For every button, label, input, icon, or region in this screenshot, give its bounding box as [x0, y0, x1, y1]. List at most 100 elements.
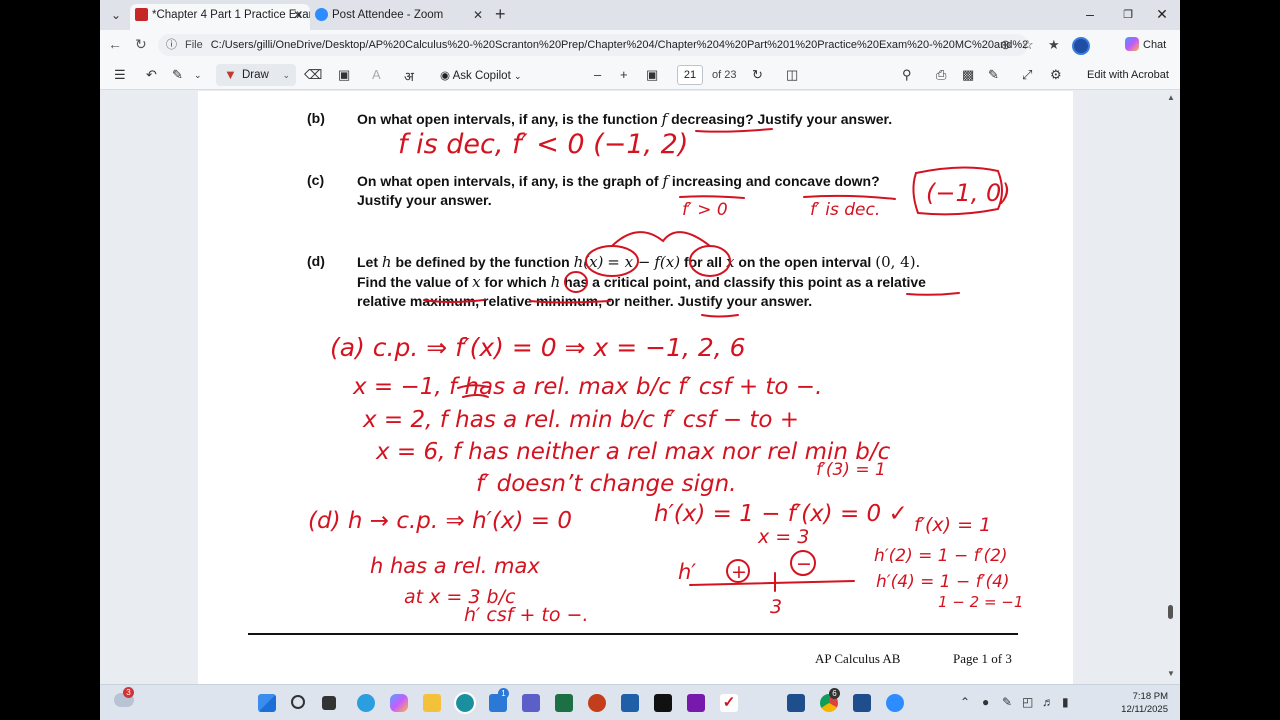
hp-app-icon[interactable] — [654, 694, 672, 712]
scroll-up-icon[interactable]: ▲ — [1167, 93, 1175, 102]
ask-copilot-label: Ask Copilot — [452, 70, 511, 82]
scroll-down-icon[interactable]: ▼ — [1167, 669, 1175, 678]
edge-dev-icon[interactable] — [357, 694, 375, 712]
close-window-button[interactable]: ✕ — [1152, 6, 1172, 23]
ink-a-line3: x = 2, f has a rel. min b/c f′ csf − to … — [362, 407, 799, 433]
chrome-icon[interactable]: 6 — [820, 688, 840, 712]
save-as-icon[interactable]: ✎ — [988, 67, 999, 83]
terminal-2-icon[interactable] — [853, 694, 871, 712]
chevron-down-icon[interactable]: ⌄ — [282, 64, 290, 86]
fit-page-icon[interactable]: ▣ — [646, 67, 658, 83]
pen-tray-icon[interactable]: ✎ — [1002, 695, 1012, 709]
edge-icon[interactable] — [454, 692, 476, 714]
address-bar[interactable]: ⓘ File C:/Users/gilli/OneDrive/Desktop/AP%… — [158, 34, 1028, 56]
ink-d-line1: (d) h → c.p. ⇒ h′(x) = 0 — [308, 508, 572, 534]
fullscreen-icon[interactable]: ⤢ — [1022, 67, 1032, 83]
contents-icon[interactable]: ☰ — [114, 67, 126, 83]
ask-copilot-button[interactable]: ◉ Ask Copilot ⌄ — [440, 68, 522, 82]
save-icon[interactable]: ▩ — [962, 67, 974, 83]
maximize-button[interactable]: ❐ — [1118, 8, 1138, 21]
tray-chevron-icon[interactable]: ⌃ — [960, 695, 970, 709]
task-view-icon[interactable] — [322, 696, 336, 710]
draw-button[interactable]: ▼ Draw ⌄ — [216, 64, 296, 86]
profile-avatar[interactable] — [1072, 37, 1090, 55]
copilot-app-icon[interactable] — [390, 694, 408, 712]
ink-d-hprime: h′ — [678, 560, 696, 584]
ink-c-answer: (−1, 0) — [926, 179, 1011, 207]
text-box-icon[interactable]: ▣ — [338, 67, 350, 83]
tab-strip: ⌄ *Chapter 4 Part 1 Practice Exam - É ✕ … — [100, 0, 1180, 30]
excel-icon[interactable] — [555, 694, 573, 712]
tab-zoom-title: Post Attendee - Zoom — [332, 9, 444, 21]
teams-icon[interactable] — [522, 694, 540, 712]
underline-minimum — [529, 300, 611, 304]
info-icon[interactable]: ⓘ — [166, 39, 177, 51]
read-aloud-icon[interactable]: अ — [404, 67, 414, 85]
file-explorer-icon[interactable] — [423, 694, 441, 712]
pdf-page[interactable]: (b) On what open intervals, if any, is t… — [198, 91, 1073, 684]
minimize-button[interactable]: – — [1080, 6, 1100, 22]
volume-icon[interactable]: ♬ — [1042, 695, 1054, 709]
wifi-icon[interactable]: ◰ — [1022, 695, 1033, 709]
edit-with-acrobat-button[interactable]: Edit with Acrobat — [1087, 69, 1169, 81]
powerpoint-icon[interactable] — [588, 694, 606, 712]
eraser-icon[interactable]: ⌫ — [304, 67, 322, 83]
favorite-star-icon[interactable]: ☆ — [1022, 37, 1034, 53]
ink-d-h2: h′(2) = 1 − f′(2) — [874, 546, 1008, 566]
ink-d-calc: 1 − 2 = −1 — [938, 593, 1023, 611]
circle-f-x — [689, 245, 731, 277]
zoom-out-icon[interactable]: – — [594, 67, 601, 82]
zoom-app-icon[interactable] — [886, 694, 904, 712]
circle-h-x — [585, 245, 639, 277]
chat-label: Chat — [1143, 39, 1167, 51]
ink-a-line5: f′ doesn’t change sign. — [476, 471, 736, 497]
ink-d-line2: h has a rel. max — [370, 554, 540, 578]
arrow-arc — [611, 231, 711, 247]
url-text: C:/Users/gilli/OneDrive/Desktop/AP%20Cal… — [210, 39, 1028, 51]
whiteboard-icon[interactable] — [621, 694, 639, 712]
underline-justify — [701, 314, 739, 318]
ink-annotations: f is dec, f′ < 0 (−1, 2) f′ > 0 f′ is de… — [308, 128, 1023, 626]
mic-icon[interactable]: ● — [982, 695, 989, 709]
refresh-button[interactable]: ↻ — [135, 36, 147, 53]
windows-start-icon[interactable] — [258, 694, 276, 712]
zoom-in-icon[interactable]: + — [620, 67, 628, 82]
system-clock[interactable]: 7:18 PM 12/11/2025 — [1112, 690, 1168, 716]
pdf-viewport[interactable]: (b) On what open intervals, if any, is t… — [100, 91, 1180, 684]
search-icon[interactable]: ⚲ — [902, 67, 912, 83]
onenote-icon[interactable] — [687, 694, 705, 712]
chevron-down-icon[interactable]: ⌄ — [194, 70, 202, 81]
text-size-icon[interactable]: A — [372, 67, 381, 82]
terminal-icon[interactable] — [787, 694, 805, 712]
back-button[interactable]: ← — [108, 36, 122, 52]
favorites-icon[interactable]: ★ — [1048, 37, 1060, 53]
tab-pdf[interactable]: *Chapter 4 Part 1 Practice Exam - É ✕ — [130, 4, 310, 30]
battery-icon[interactable]: ▮ — [1062, 695, 1069, 709]
search-icon[interactable] — [291, 695, 305, 709]
store-icon[interactable]: 1 — [489, 688, 509, 712]
tab-zoom[interactable]: Post Attendee - Zoom ✕ — [310, 4, 490, 30]
undo-icon[interactable]: ↶ — [146, 67, 157, 83]
widgets-icon[interactable]: 3 — [114, 687, 134, 707]
page-view-icon[interactable]: ◫ — [786, 67, 798, 83]
print-icon[interactable]: ⎙ — [936, 67, 946, 83]
vertical-scrollbar[interactable]: ▲ ▼ — [1167, 91, 1175, 684]
page-number-input[interactable]: 21 — [677, 65, 703, 85]
ink-a-line4: x = 6, f has neither a rel max nor rel m… — [375, 439, 891, 465]
zoom-icon[interactable]: ⊕ — [1000, 37, 1011, 53]
new-tab-button[interactable]: + — [495, 5, 506, 23]
copilot-chat-button[interactable]: Chat — [1125, 37, 1166, 51]
copilot-icon — [1125, 37, 1139, 51]
settings-gear-icon[interactable]: ⚙ — [1050, 67, 1062, 83]
ink-d-fx1: f′(x) = 1 — [914, 514, 991, 536]
draw-label: Draw — [242, 69, 269, 81]
close-tab-icon[interactable]: ✕ — [293, 4, 303, 26]
grading-app-icon[interactable]: ✓ — [720, 694, 738, 712]
scroll-thumb[interactable] — [1168, 605, 1173, 619]
address-bar-row: ← ↻ ⓘ File C:/Users/gilli/OneDrive/Desktop… — [100, 30, 1180, 60]
tab-actions-menu[interactable]: ⌄ — [106, 5, 126, 25]
rotate-icon[interactable]: ↻ — [752, 67, 763, 83]
close-tab-icon[interactable]: ✕ — [473, 4, 483, 26]
highlight-icon[interactable]: ✎ — [172, 67, 183, 83]
ink-d-eq: h′(x) = 1 − f′(x) = 0 ✓ — [654, 501, 908, 527]
